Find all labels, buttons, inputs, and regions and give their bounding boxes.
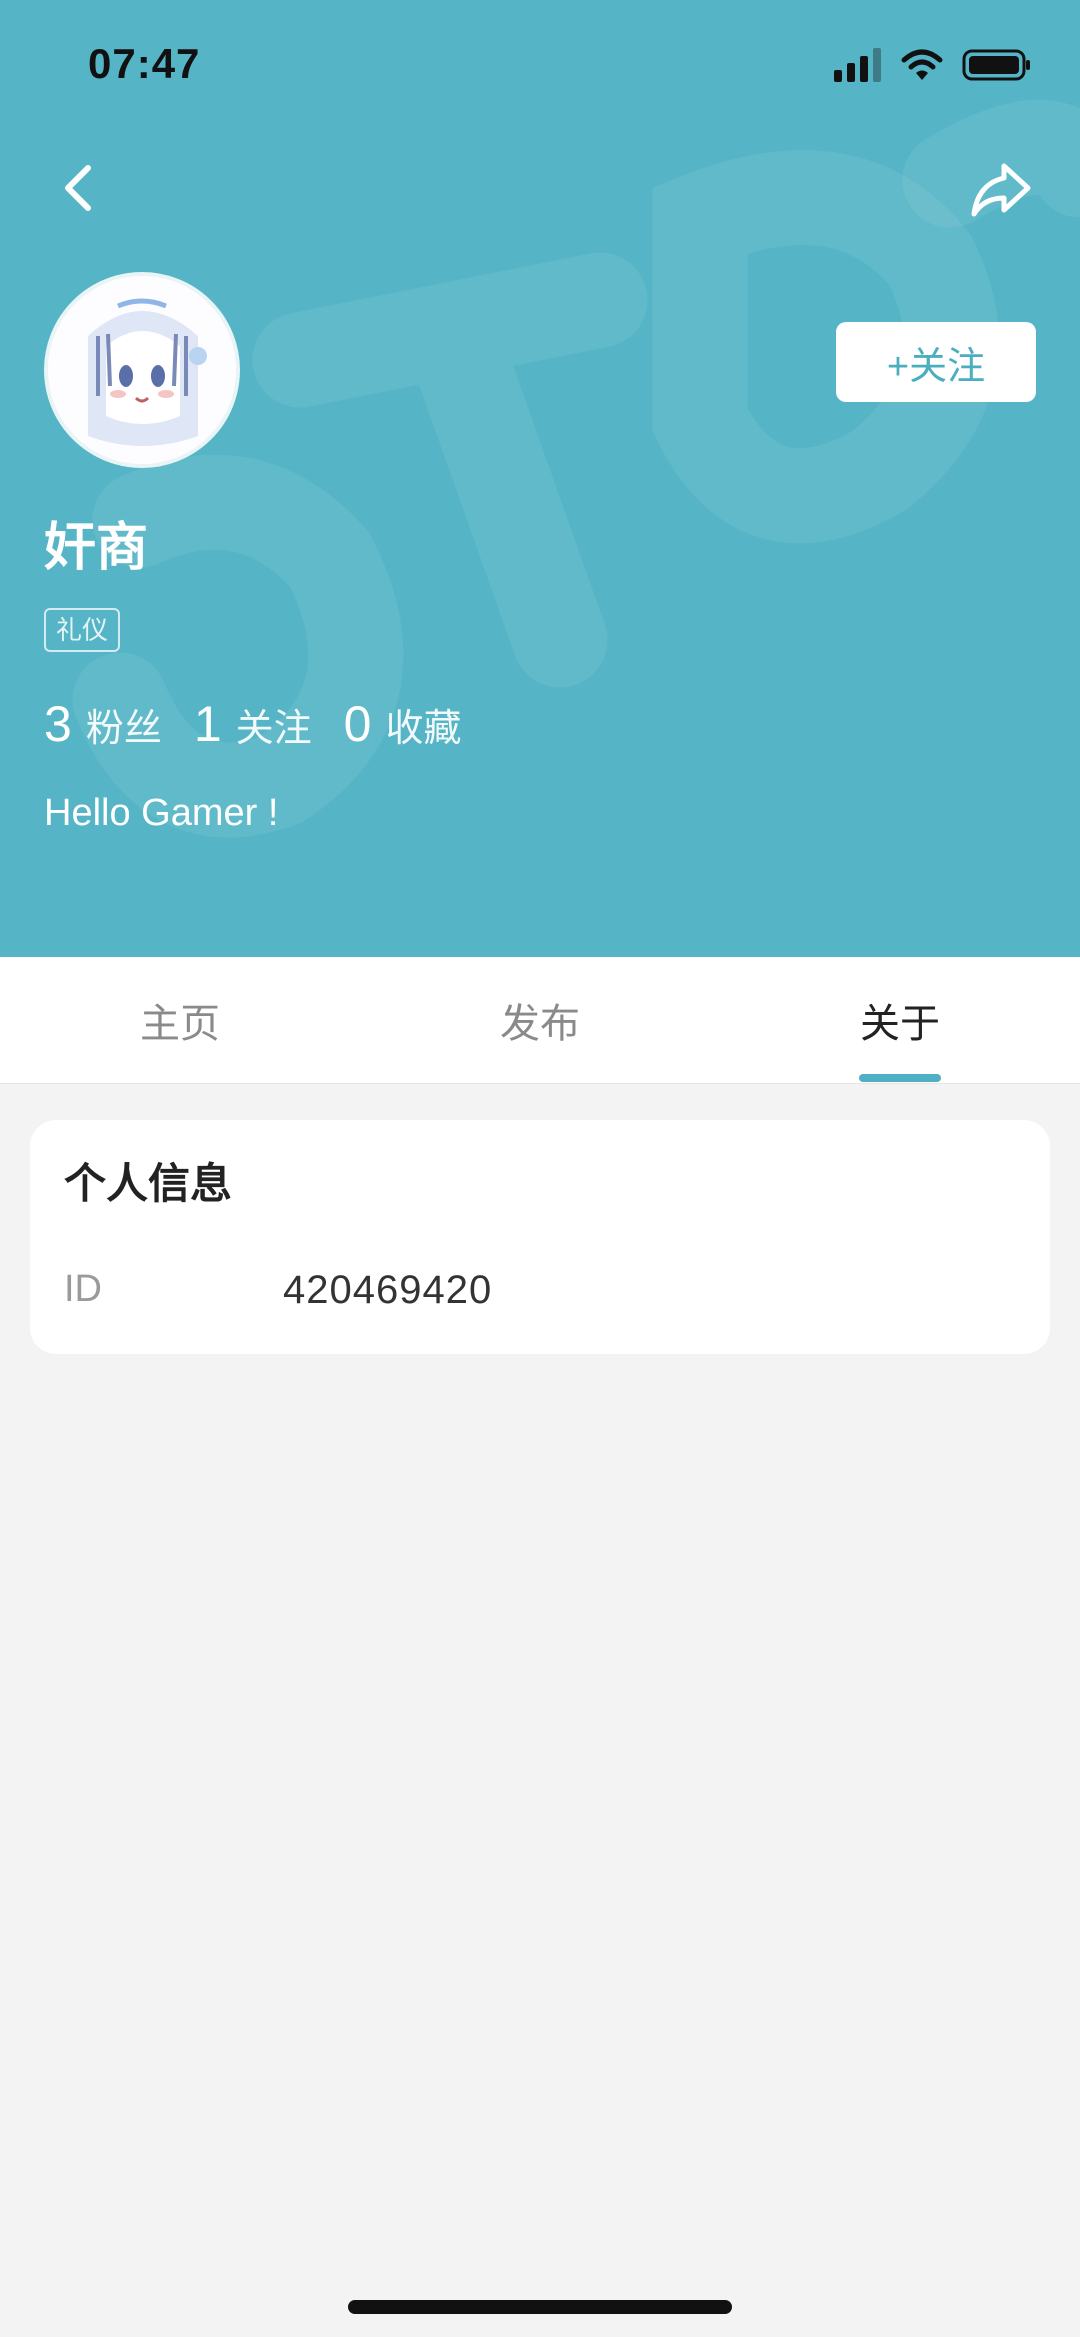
status-icons	[834, 48, 1032, 82]
avatar-illustration	[48, 276, 236, 464]
tab-about[interactable]: 关于	[720, 957, 1080, 1083]
following-count[interactable]: 1	[194, 695, 222, 753]
share-button[interactable]	[968, 160, 1032, 220]
user-tag-badge: 礼仪	[44, 608, 121, 652]
fans-label[interactable]: 粉丝	[86, 697, 162, 752]
fans-count[interactable]: 3	[44, 695, 72, 753]
signal-icon	[834, 48, 881, 82]
id-label: ID	[64, 1268, 102, 1310]
back-button[interactable]	[52, 160, 108, 216]
bio-text: Hello Gamer !	[44, 792, 279, 834]
follow-button[interactable]: +关注	[836, 322, 1036, 402]
tab-posts[interactable]: 发布	[360, 957, 720, 1083]
battery-icon	[962, 49, 1030, 81]
share-icon	[971, 163, 1031, 217]
active-tab-indicator	[859, 1074, 941, 1082]
stats-row: 3 粉丝 1 关注 0 收藏	[44, 695, 493, 753]
profile-tabs: 主页 发布 关于	[0, 957, 1080, 1084]
status-time: 07:47	[88, 40, 201, 87]
profile-header: 07:47 +关注 奸商 礼仪 3 粉丝 1 关注 0 收藏 Hello Gam…	[0, 0, 1080, 957]
favorites-label[interactable]: 收藏	[385, 697, 461, 752]
id-value: 420469420	[283, 1268, 493, 1312]
card-title: 个人信息	[64, 1160, 233, 1207]
wifi-icon	[901, 49, 943, 80]
chevron-left-icon	[65, 165, 91, 211]
home-indicator[interactable]	[348, 2300, 732, 2314]
favorites-count[interactable]: 0	[344, 695, 372, 753]
avatar[interactable]	[44, 272, 240, 468]
personal-info-card: 个人信息 ID 420469420	[30, 1120, 1050, 1354]
following-label[interactable]: 关注	[236, 697, 312, 752]
tab-home[interactable]: 主页	[0, 957, 360, 1083]
username: 奸商	[44, 519, 149, 577]
